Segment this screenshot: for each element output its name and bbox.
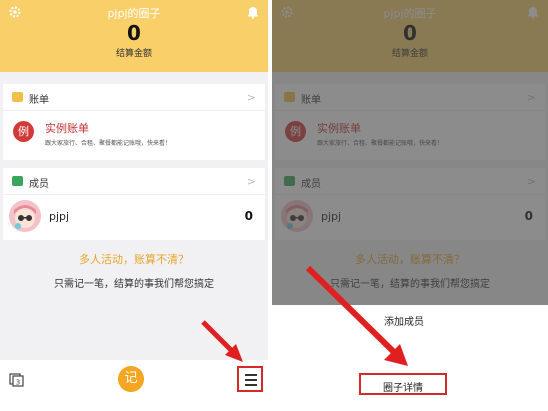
screen-circle-menu-open: pjpj的圈子 0 结算金额 账单 > 例 实例账单 跟大家旅行、合租、聚餐都能… <box>272 0 548 411</box>
annotation-arrow <box>305 265 408 366</box>
screen-circle-home: pjpj的圈子 0 结算金额 账单 > 例 实例账单 跟大家旅行、合租、聚餐都能… <box>0 0 268 411</box>
annotation-arrow <box>201 320 243 362</box>
